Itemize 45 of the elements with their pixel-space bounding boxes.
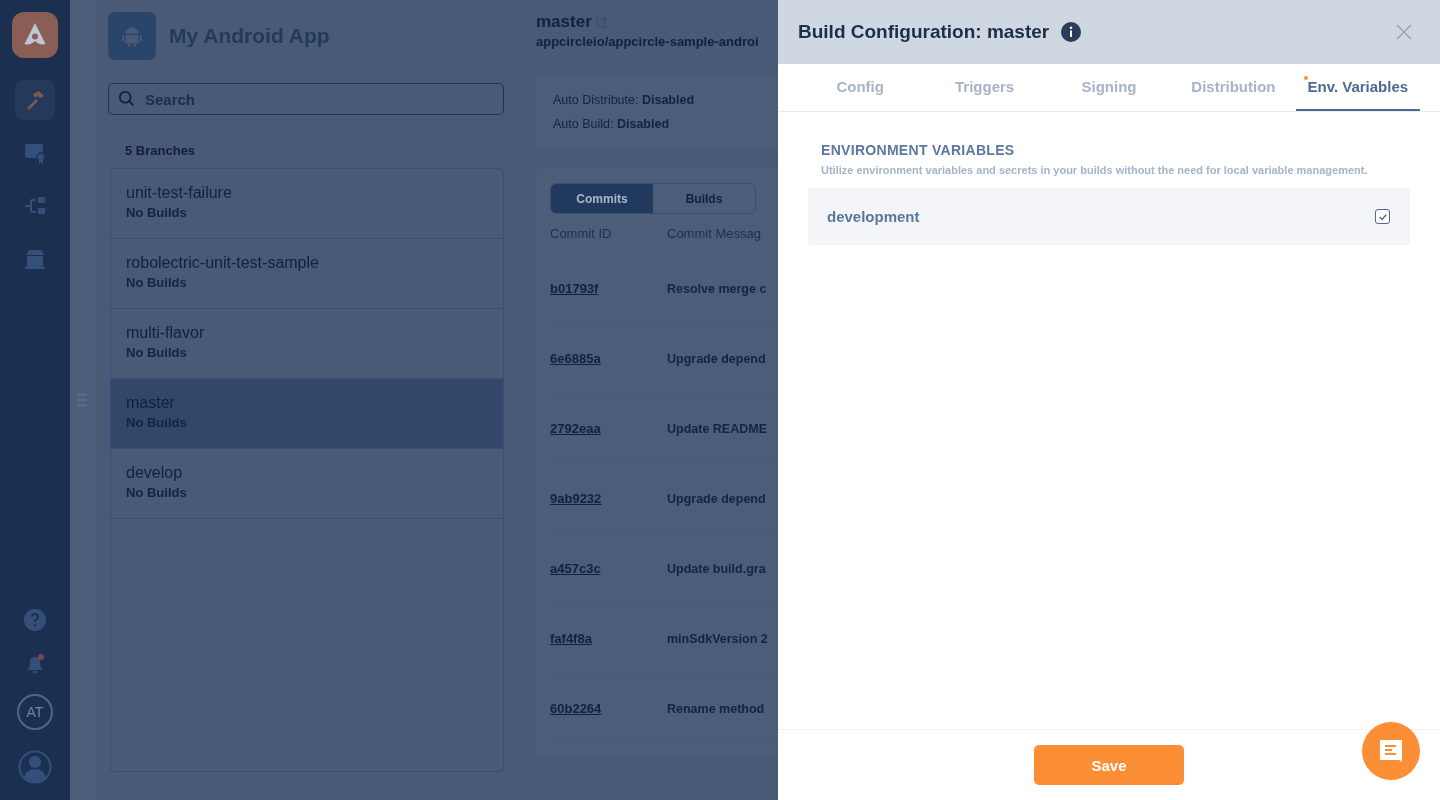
commit-message: minSdkVersion 2 [667,631,768,646]
commit-id-link[interactable]: 60b2264 [550,701,667,716]
variable-group-name: development [827,208,920,225]
info-icon[interactable] [1061,22,1082,42]
config-tab[interactable]: Distribution [1171,64,1296,111]
commit-message: Upgrade depend [667,491,766,506]
user-initials-avatar[interactable]: AT [17,694,53,730]
commit-id-link[interactable]: 9ab9232 [550,491,667,506]
close-icon[interactable] [1396,24,1412,40]
checkmark-icon [1377,211,1388,222]
commit-message: Update README [667,421,767,436]
commit-message: Resolve merge c [667,281,767,296]
config-tab[interactable]: Triggers [922,64,1047,111]
search-icon [118,90,136,108]
drawer-title: Build Configuration: master [798,21,1050,43]
profile-icon[interactable] [18,750,52,784]
commit-message: Upgrade depend [667,351,766,366]
branch-title: master [536,12,592,32]
save-button[interactable]: Save [1034,745,1184,785]
view-toggle-tab[interactable]: Builds [653,184,755,213]
commit-id-link[interactable]: b01793f [550,281,667,296]
commit-message: Rename method [667,701,765,716]
commit-id-link[interactable]: a457c3c [550,561,667,576]
config-tab[interactable]: Env. Variables [1295,64,1421,111]
repository-path: appcircleio/appcircle-sample-androi [536,34,760,49]
hammer-icon[interactable] [15,80,55,120]
section-description: Utilize environment variables and secrets in your builds without the need for local variable management. [821,164,1369,176]
setting-text: Auto Distribute: Disabled [553,92,696,109]
android-icon [108,12,156,60]
checkbox[interactable] [1375,209,1390,224]
chat-icon [1377,737,1405,765]
commit-message: Update build.gra [667,561,766,576]
setting-text: Auto Build: Disabled [553,116,671,133]
section-title: ENVIRONMENT VARIABLES [821,142,1016,158]
config-tab[interactable]: Signing [1046,64,1172,111]
branch-count: 5 Branches [125,143,197,158]
commit-id-link[interactable]: 6e6885a [550,351,667,366]
view-toggle-tab[interactable]: Commits [551,184,653,213]
app-logo-icon[interactable] [12,12,58,58]
commit-id-link[interactable]: 2792eaa [550,421,667,436]
help-icon[interactable] [23,608,47,632]
variable-group-row[interactable]: development [808,188,1410,245]
chat-button[interactable] [1362,722,1420,780]
config-tab[interactable]: Config [798,64,923,111]
commit-id-link[interactable]: faf4f8a [550,631,667,646]
